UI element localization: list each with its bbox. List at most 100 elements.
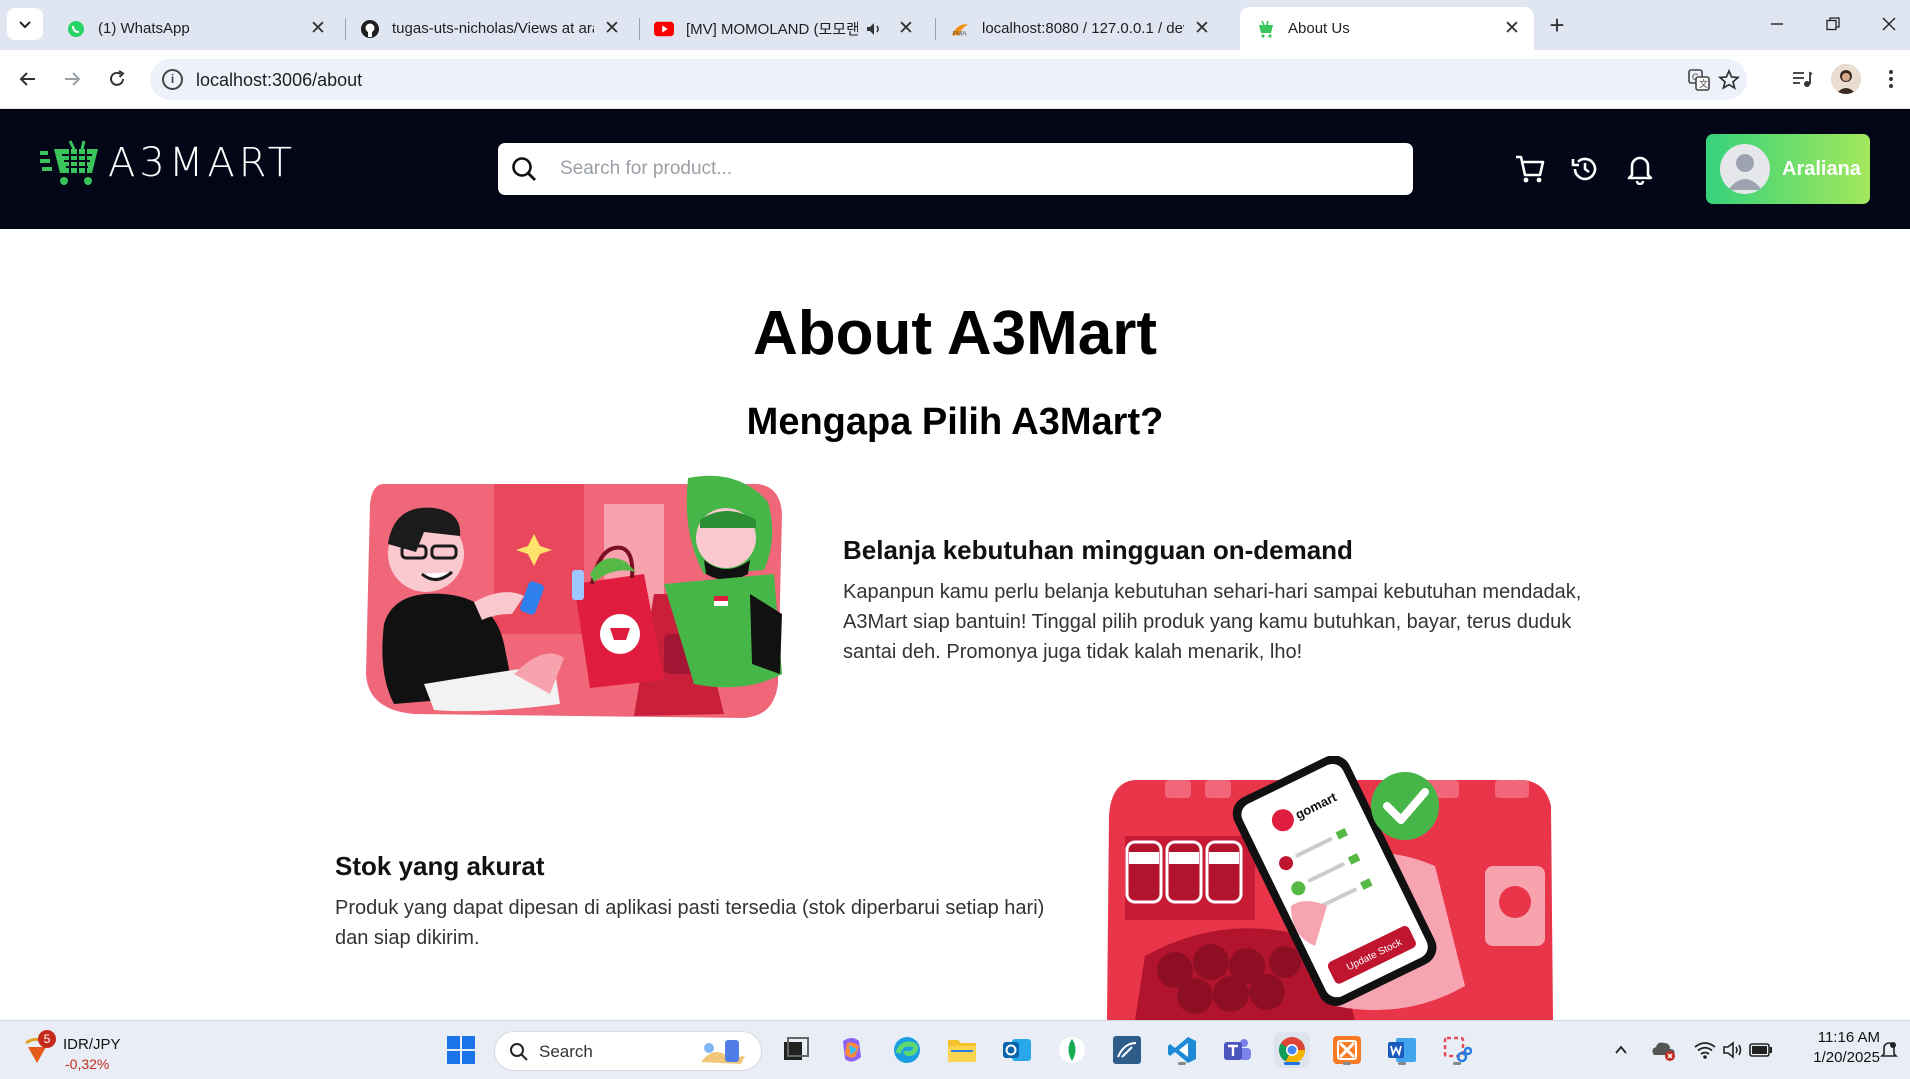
forward-button[interactable] (56, 63, 88, 95)
feature-description: Kapanpun kamu perlu belanja kebutuhan se… (843, 581, 1582, 663)
back-button[interactable] (12, 63, 44, 95)
file-explorer-icon[interactable] (944, 1032, 980, 1068)
minimize-button[interactable] (1754, 8, 1800, 40)
notification-bell-icon[interactable] (1622, 151, 1658, 187)
close-icon[interactable]: ✕ (894, 17, 918, 41)
history-icon[interactable] (1567, 151, 1603, 187)
chevron-up-icon[interactable] (1606, 1032, 1636, 1068)
reload-icon (110, 70, 125, 86)
wifi-icon[interactable] (1690, 1032, 1720, 1068)
notification-center-icon[interactable] (1874, 1032, 1904, 1068)
avatar (1720, 144, 1770, 194)
edge-browser-icon[interactable] (889, 1032, 925, 1068)
outlook-icon[interactable] (999, 1032, 1035, 1068)
site-info-icon[interactable]: i (162, 69, 183, 90)
user-placeholder-icon (1728, 154, 1762, 190)
word-icon[interactable] (1384, 1032, 1420, 1068)
vscode-icon[interactable] (1164, 1032, 1200, 1068)
tab-youtube[interactable]: [MV] MOMOLAND (모모랜 ✕ (638, 7, 928, 50)
tab-search-button[interactable] (7, 8, 43, 40)
translate-icon[interactable]: G文 (1686, 67, 1712, 93)
search-icon (512, 157, 536, 181)
tab-label: tugas-uts-nicholas/Views at ara (392, 20, 594, 37)
tab-label: (1) WhatsApp (98, 20, 190, 37)
site-logo[interactable]: A3MART (40, 139, 296, 187)
widget-title: IDR/JPY (63, 1036, 121, 1053)
profile-avatar[interactable] (1831, 64, 1861, 94)
site-header: A3MART Araliana (0, 109, 1910, 229)
logo-text: A3MART (108, 140, 297, 186)
whatsapp-icon (66, 19, 86, 39)
product-search[interactable] (498, 143, 1413, 195)
close-icon[interactable]: ✕ (600, 17, 624, 41)
tab-github[interactable]: tugas-uts-nicholas/Views at ara ✕ (344, 7, 634, 50)
taskbar-search[interactable]: Search (494, 1031, 762, 1071)
user-profile-button[interactable]: Araliana (1706, 134, 1870, 204)
media-control-icon[interactable] (1787, 64, 1817, 94)
task-view-icon[interactable] (778, 1032, 814, 1068)
windows-logo-icon (447, 1036, 475, 1064)
mysql-workbench-icon[interactable] (1109, 1032, 1145, 1068)
bookmark-star-icon[interactable] (1716, 67, 1742, 93)
browser-tab-strip: (1) WhatsApp ✕ tugas-uts-nicholas/Views … (0, 0, 1910, 50)
copilot-icon[interactable] (834, 1032, 870, 1068)
close-icon[interactable]: ✕ (306, 17, 330, 41)
search-input[interactable] (560, 152, 1390, 186)
taskbar-search-label: Search (539, 1042, 593, 1061)
clock[interactable]: 11:16 AM 1/20/2025 (1790, 1029, 1880, 1066)
search-highlight-icon (701, 1040, 745, 1064)
windows-start-button[interactable] (443, 1032, 479, 1068)
tab-label: localhost:8080 / 127.0.0.1 / dev (982, 20, 1184, 37)
chevron-down-icon (19, 21, 31, 29)
user-name: Araliana (1782, 157, 1861, 180)
arrow-right-icon (65, 72, 81, 86)
restore-button[interactable] (1810, 8, 1856, 40)
chrome-icon[interactable] (1274, 1032, 1310, 1068)
address-bar[interactable]: i localhost:3006/about G文 (150, 59, 1747, 100)
xampp-icon[interactable] (1329, 1032, 1365, 1068)
section-subtitle: Mengapa Pilih A3Mart? (746, 401, 1164, 443)
arrow-left-icon (19, 72, 35, 86)
tab-label: About Us (1288, 20, 1350, 37)
svg-text:PMA: PMA (953, 30, 968, 37)
onedrive-icon[interactable] (1648, 1032, 1678, 1068)
minimize-icon (1771, 23, 1783, 25)
phpmyadmin-icon: PMA (950, 19, 970, 39)
close-icon (1882, 17, 1896, 31)
os-taskbar: 5 IDR/JPY -0,32% Search 11:16 AM 1/20/20… (0, 1020, 1910, 1079)
person-icon (1831, 64, 1861, 94)
github-icon (360, 19, 380, 39)
tab-phpmyadmin[interactable]: PMA localhost:8080 / 127.0.0.1 / dev ✕ (934, 7, 1224, 50)
new-tab-button[interactable]: + (1542, 10, 1572, 40)
youtube-icon (654, 19, 674, 39)
weather-widget[interactable]: 5 IDR/JPY -0,32% (20, 1027, 130, 1075)
clock-time: 11:16 AM (1817, 1029, 1880, 1046)
reload-button[interactable] (101, 63, 133, 95)
tab-label: [MV] MOMOLAND (모모랜 (686, 21, 858, 38)
volume-icon[interactable] (1718, 1032, 1748, 1068)
teams-icon[interactable] (1219, 1032, 1255, 1068)
mongodb-compass-icon[interactable] (1054, 1032, 1090, 1068)
tab-about-us[interactable]: About Us ✕ (1240, 7, 1534, 50)
restore-icon (1826, 17, 1840, 31)
notification-badge: 5 (38, 1030, 56, 1048)
feature-title: Stok yang akurat (335, 851, 545, 881)
battery-icon[interactable] (1746, 1032, 1776, 1068)
menu-kebab-icon[interactable] (1876, 64, 1906, 94)
browser-toolbar: i localhost:3006/about G文 (0, 50, 1910, 109)
snipping-tool-icon[interactable] (1439, 1032, 1475, 1068)
illustration-shopping-delivery (366, 475, 782, 718)
clock-date: 1/20/2025 (1813, 1049, 1880, 1066)
tab-whatsapp[interactable]: (1) WhatsApp ✕ (50, 7, 340, 50)
a3mart-icon (1256, 19, 1276, 39)
svg-text:文: 文 (1699, 78, 1708, 89)
close-icon[interactable]: ✕ (1190, 17, 1214, 41)
close-icon[interactable]: ✕ (1500, 17, 1524, 41)
close-window-button[interactable] (1866, 8, 1910, 40)
speaker-icon[interactable] (864, 19, 884, 39)
feature-description: Produk yang dapat dipesan di aplikasi pa… (335, 897, 1045, 949)
cart-icon[interactable] (1512, 151, 1548, 187)
cart-logo-icon (40, 140, 98, 185)
feature-title: Belanja kebutuhan mingguan on-demand (843, 535, 1353, 565)
search-icon (510, 1043, 528, 1061)
